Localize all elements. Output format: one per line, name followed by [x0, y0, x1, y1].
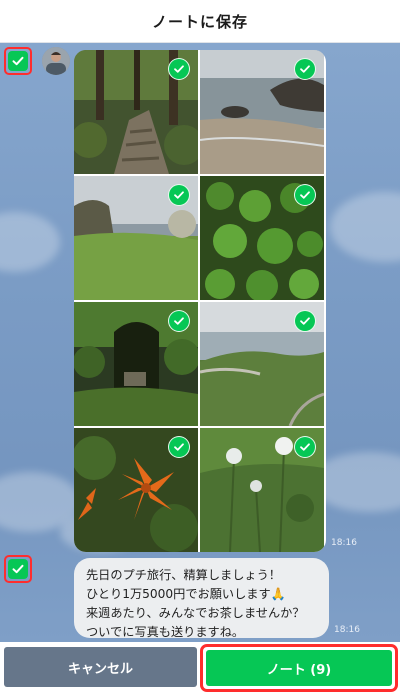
text-message-bubble[interactable]: 先日のプチ旅行、精算しましょう！ ひとり1万5000円でお願いします🙏 来週あた…: [74, 558, 329, 639]
message-line: ついでに写真も送りますね。: [86, 625, 245, 639]
message-line: ひとり1万5000円でお願いします🙏: [86, 587, 286, 601]
page-title: ノートに保存: [151, 12, 248, 31]
checkmark-icon: [174, 65, 184, 73]
photo-message-select-frame[interactable]: [4, 47, 32, 75]
checkmark-icon: [300, 443, 310, 451]
photo-thumbnail[interactable]: [74, 302, 198, 426]
header: ノートに保存: [0, 0, 400, 43]
avatar[interactable]: [42, 47, 70, 75]
photo-thumbnail[interactable]: [200, 428, 324, 552]
checkmark-icon: [174, 443, 184, 451]
checkmark-icon: [300, 191, 310, 199]
checkmark-icon: [300, 317, 310, 325]
photo-thumbnail[interactable]: [74, 176, 198, 300]
checkmark-icon: [12, 56, 24, 66]
photo-selected-check[interactable]: [168, 436, 190, 458]
photo-selected-check[interactable]: [294, 58, 316, 80]
checkmark-icon: [300, 65, 310, 73]
photo-message-checkbox[interactable]: [8, 51, 28, 71]
photo-selected-check[interactable]: [168, 58, 190, 80]
photo-selected-check[interactable]: [168, 310, 190, 332]
photo-grid: [74, 50, 326, 552]
photo-thumbnail[interactable]: [200, 302, 324, 426]
photo-thumbnail[interactable]: [74, 428, 198, 552]
note-button-highlight: ノート (9): [200, 644, 398, 692]
text-message-checkbox[interactable]: [8, 559, 28, 579]
photo-selected-check[interactable]: [294, 184, 316, 206]
photo-thumbnail[interactable]: [200, 50, 324, 174]
photo-thumbnail[interactable]: [74, 50, 198, 174]
message-line: 先日のプチ旅行、精算しましょう！: [86, 568, 281, 582]
photo-selected-check[interactable]: [168, 184, 190, 206]
photo-selected-check[interactable]: [294, 310, 316, 332]
checkmark-icon: [174, 191, 184, 199]
checkmark-icon: [12, 564, 24, 574]
text-message-select-frame[interactable]: [4, 555, 32, 583]
photo-message-timestamp: 18:16: [331, 538, 357, 548]
text-message-timestamp: 18:16: [334, 625, 360, 635]
message-line: 来週あたり、みんなでお茶しませんか？: [86, 606, 305, 620]
save-to-note-button[interactable]: ノート (9): [206, 650, 392, 686]
action-bar: キャンセル ノート (9): [0, 642, 400, 692]
photo-thumbnail[interactable]: [200, 176, 324, 300]
cancel-button[interactable]: キャンセル: [4, 647, 197, 687]
checkmark-icon: [174, 317, 184, 325]
photo-selected-check[interactable]: [294, 436, 316, 458]
